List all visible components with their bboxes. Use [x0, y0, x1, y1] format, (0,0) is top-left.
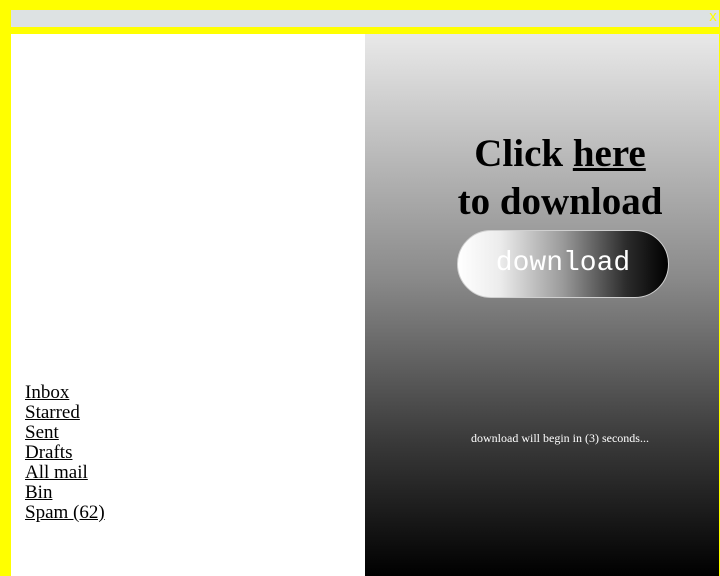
promo-headline: Click here to download — [365, 130, 720, 226]
headline-suffix: to download — [457, 180, 663, 223]
download-promo-panel: Click here to download download download… — [365, 34, 719, 576]
headline-prefix: Click — [474, 132, 573, 175]
list-item: Spam (62) — [25, 503, 105, 523]
mail-sidebar: Inbox Starred Sent Drafts All mail Bin S… — [11, 34, 365, 576]
list-item: Bin — [25, 483, 105, 503]
list-item: Drafts — [25, 443, 105, 463]
page-frame: x Inbox Starred Sent Drafts All mail Bin… — [0, 0, 720, 576]
list-item: All mail — [25, 463, 105, 483]
folder-link-all-mail[interactable]: All mail — [25, 462, 88, 483]
folder-link-sent[interactable]: Sent — [25, 422, 59, 443]
folder-link-spam[interactable]: Spam (62) — [25, 502, 105, 523]
list-item: Sent — [25, 423, 105, 443]
list-item: Starred — [25, 403, 105, 423]
folder-link-drafts[interactable]: Drafts — [25, 442, 72, 463]
top-bar: x — [11, 8, 719, 27]
folder-link-starred[interactable]: Starred — [25, 402, 80, 423]
countdown-text: download will begin in (3) seconds... — [471, 431, 649, 445]
list-item: Inbox — [25, 383, 105, 403]
here-link[interactable]: here — [573, 132, 646, 175]
download-button[interactable]: download — [457, 230, 669, 298]
folder-link-bin[interactable]: Bin — [25, 482, 52, 503]
folder-link-inbox[interactable]: Inbox — [25, 382, 69, 403]
mail-folder-list: Inbox Starred Sent Drafts All mail Bin S… — [25, 383, 105, 523]
close-icon[interactable]: x — [707, 8, 719, 25]
